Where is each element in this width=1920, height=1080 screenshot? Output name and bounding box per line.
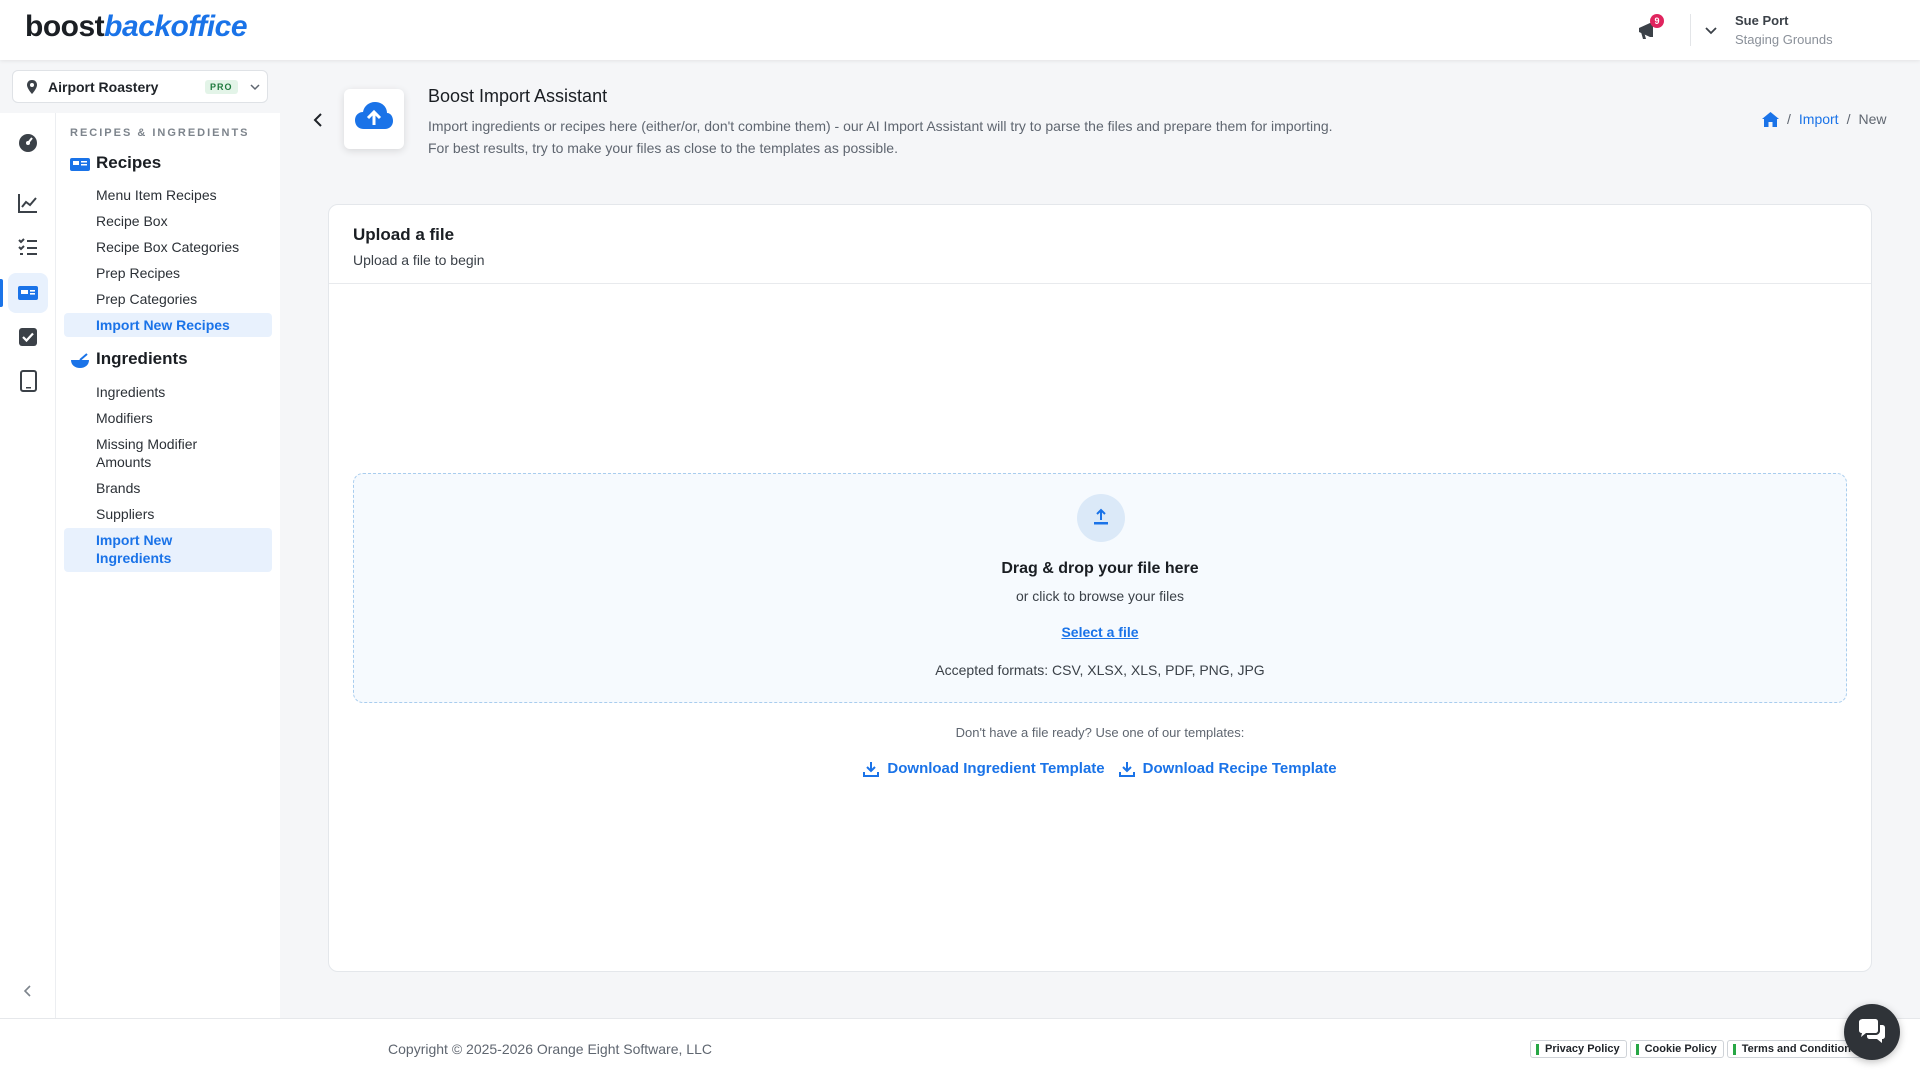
nav-item-brands[interactable]: Brands bbox=[64, 476, 272, 500]
back-chevron-icon[interactable] bbox=[310, 112, 326, 128]
select-file-link-text[interactable]: Select a file bbox=[1061, 624, 1138, 640]
nav-item-suppliers[interactable]: Suppliers bbox=[64, 502, 272, 526]
icon-rail bbox=[0, 113, 56, 1018]
page-description: Import ingredients or recipes here (eith… bbox=[428, 115, 1428, 159]
logo-secondary-text: backoffice bbox=[104, 10, 248, 43]
download-recipe-label: Download Recipe Template bbox=[1142, 760, 1337, 777]
nav-item-import-new-ingredients[interactable]: Import New Ingredients bbox=[64, 528, 272, 572]
upload-icon-circle bbox=[1077, 494, 1125, 542]
home-icon[interactable] bbox=[1762, 111, 1779, 127]
chevron-left-icon[interactable] bbox=[20, 983, 36, 999]
breadcrumb-current: New bbox=[1858, 111, 1887, 127]
cookie-policy-label: Cookie Policy bbox=[1644, 1043, 1717, 1055]
nav-item-missing-modifier-amounts[interactable]: Missing Modifier Amounts bbox=[64, 432, 272, 474]
breadcrumb-separator: / bbox=[1787, 111, 1791, 127]
policy-links: Privacy Policy Cookie Policy Terms and C… bbox=[1530, 1040, 1865, 1058]
download-icon bbox=[1118, 761, 1135, 777]
recipe-card-icon bbox=[70, 158, 90, 171]
template-hint: Don't have a file ready? Use one of our … bbox=[955, 725, 1245, 740]
download-ingredient-template-link[interactable]: Download Ingredient Template bbox=[863, 760, 1105, 777]
top-header: boostbackoffice 9 Sue Port Staging Groun… bbox=[0, 0, 1920, 60]
chevron-down-icon bbox=[250, 84, 260, 91]
page-icon-tile bbox=[344, 89, 404, 149]
download-ingredient-label: Download Ingredient Template bbox=[887, 760, 1105, 777]
dropzone-subtitle: or click to browse your files bbox=[1015, 588, 1185, 604]
user-organization: Staging Grounds bbox=[1735, 32, 1833, 47]
nav-group-ingredients[interactable]: Ingredients bbox=[96, 349, 188, 369]
bowl-icon bbox=[71, 353, 89, 368]
file-dropzone[interactable]: Drag & drop your file here or click to b… bbox=[353, 473, 1847, 703]
breadcrumb-separator: / bbox=[1846, 111, 1851, 127]
policy-marker bbox=[1635, 1043, 1639, 1055]
card-title: Upload a file bbox=[353, 225, 455, 244]
accepted-formats: Accepted formats: CSV, XLSX, XLS, PDF, P… bbox=[935, 662, 1265, 678]
logo-primary-text: boost bbox=[25, 10, 105, 43]
select-file-link: Select a file bbox=[354, 624, 1846, 640]
page-description-line: For best results, try to make your files… bbox=[428, 140, 898, 156]
nav-item-modifiers[interactable]: Modifiers bbox=[64, 406, 272, 430]
upload-card: Upload a file Upload a file to begin Dra… bbox=[328, 204, 1872, 972]
dropzone-title: Drag & drop your file here bbox=[1001, 560, 1199, 577]
section-nav: RECIPES & INGREDIENTS Recipes Menu Item … bbox=[56, 113, 280, 1018]
nav-item-recipe-box[interactable]: Recipe Box bbox=[64, 209, 272, 233]
policy-marker bbox=[1536, 1043, 1539, 1055]
nav-group-recipes[interactable]: Recipes bbox=[96, 153, 161, 173]
cookie-policy-link[interactable]: Cookie Policy bbox=[1629, 1040, 1724, 1058]
footer: Copyright © 2025-2026 Orange Eight Softw… bbox=[0, 1018, 1920, 1080]
policy-marker bbox=[1732, 1043, 1736, 1055]
nav-item-import-new-recipes[interactable]: Import New Recipes bbox=[64, 313, 272, 337]
header-divider bbox=[1690, 14, 1691, 46]
nav-item-menu-item-recipes[interactable]: Menu Item Recipes bbox=[64, 183, 272, 207]
chart-line-icon[interactable] bbox=[16, 191, 40, 215]
terms-link[interactable]: Terms and Conditions bbox=[1726, 1040, 1865, 1058]
nav-section-heading: RECIPES & INGREDIENTS bbox=[70, 127, 250, 139]
page-title: Boost Import Assistant bbox=[428, 86, 608, 106]
template-links: Download Ingredient Template Download Re… bbox=[329, 760, 1871, 777]
upload-icon bbox=[1094, 508, 1108, 525]
download-icon bbox=[863, 761, 880, 777]
page-description-line: Import ingredients or recipes here (eith… bbox=[428, 118, 1333, 134]
checkbox-icon[interactable] bbox=[16, 325, 40, 349]
app-logo[interactable]: boostbackoffice bbox=[25, 10, 248, 44]
dashboard-icon[interactable] bbox=[16, 131, 40, 155]
nav-item-prep-recipes[interactable]: Prep Recipes bbox=[64, 261, 272, 285]
map-pin-icon bbox=[27, 80, 37, 94]
location-name: Airport Roastery bbox=[48, 79, 159, 95]
copyright-text: Copyright © 2025-2026 Orange Eight Softw… bbox=[388, 1041, 712, 1057]
tablet-icon[interactable] bbox=[16, 369, 40, 393]
privacy-policy-label: Privacy Policy bbox=[1545, 1043, 1620, 1055]
nav-item-ingredients[interactable]: Ingredients bbox=[64, 380, 272, 404]
location-selector[interactable]: Airport Roastery PRO bbox=[12, 70, 268, 103]
recipe-card-icon[interactable] bbox=[16, 281, 40, 305]
notification-badge: 9 bbox=[1650, 14, 1664, 28]
user-name[interactable]: Sue Port bbox=[1735, 13, 1788, 28]
breadcrumb-import-link[interactable]: Import bbox=[1799, 111, 1839, 127]
cloud-upload-icon bbox=[355, 102, 393, 129]
checklist-icon[interactable] bbox=[16, 235, 40, 259]
download-recipe-template-link[interactable]: Download Recipe Template bbox=[1118, 760, 1337, 777]
privacy-policy-link[interactable]: Privacy Policy bbox=[1530, 1040, 1627, 1058]
nav-item-recipe-box-categories[interactable]: Recipe Box Categories bbox=[64, 235, 272, 259]
rail-active-indicator bbox=[0, 279, 3, 307]
chat-bubbles-icon bbox=[1859, 1019, 1885, 1043]
breadcrumb: / Import / New bbox=[1762, 111, 1886, 127]
chat-button[interactable] bbox=[1844, 1004, 1900, 1060]
card-subtitle: Upload a file to begin bbox=[353, 252, 485, 268]
chevron-down-icon[interactable] bbox=[1703, 22, 1719, 38]
nav-item-prep-categories[interactable]: Prep Categories bbox=[64, 287, 272, 311]
card-divider bbox=[329, 283, 1871, 284]
pro-badge: PRO bbox=[205, 80, 238, 94]
terms-label: Terms and Conditions bbox=[1741, 1043, 1858, 1055]
